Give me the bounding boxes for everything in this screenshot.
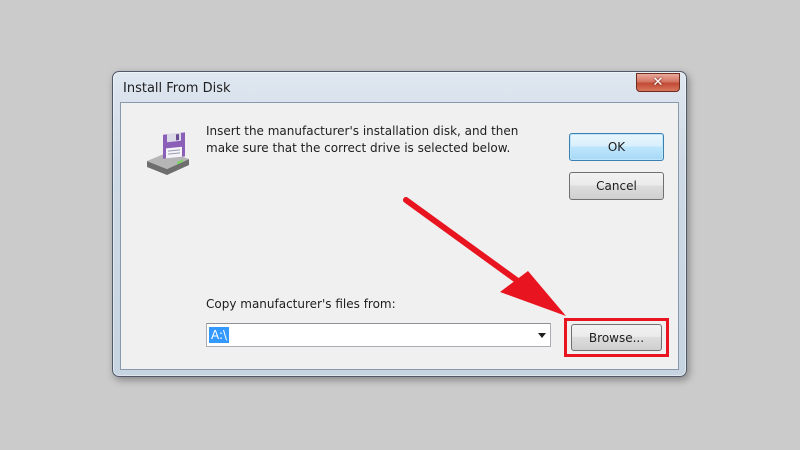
title-bar[interactable]: Install From Disk ✕	[113, 72, 686, 102]
dropdown-arrow-icon[interactable]	[538, 333, 546, 338]
copy-files-path-value[interactable]: A:\	[209, 327, 230, 343]
close-icon: ✕	[652, 75, 664, 90]
browse-button[interactable]: Browse...	[571, 324, 662, 351]
close-button[interactable]: ✕	[636, 73, 680, 92]
ok-button[interactable]: OK	[569, 133, 664, 161]
instruction-text: Insert the manufacturer's installation d…	[206, 123, 546, 157]
instruction-line-1: Insert the manufacturer's installation d…	[206, 124, 519, 138]
floppy-disk-drive-icon	[147, 132, 189, 175]
window-title: Install From Disk	[123, 81, 231, 96]
copy-files-label: Copy manufacturer's files from:	[206, 297, 396, 311]
install-from-disk-dialog: Install From Disk ✕ Insert the manufactu…	[112, 71, 687, 377]
dialog-body: Insert the manufacturer's installation d…	[120, 102, 679, 370]
copy-files-from-combobox[interactable]: A:\	[206, 323, 551, 347]
screen: Install From Disk ✕ Insert the manufactu…	[0, 0, 800, 450]
instruction-line-2: make sure that the correct drive is sele…	[206, 141, 511, 155]
cancel-button[interactable]: Cancel	[569, 172, 664, 200]
